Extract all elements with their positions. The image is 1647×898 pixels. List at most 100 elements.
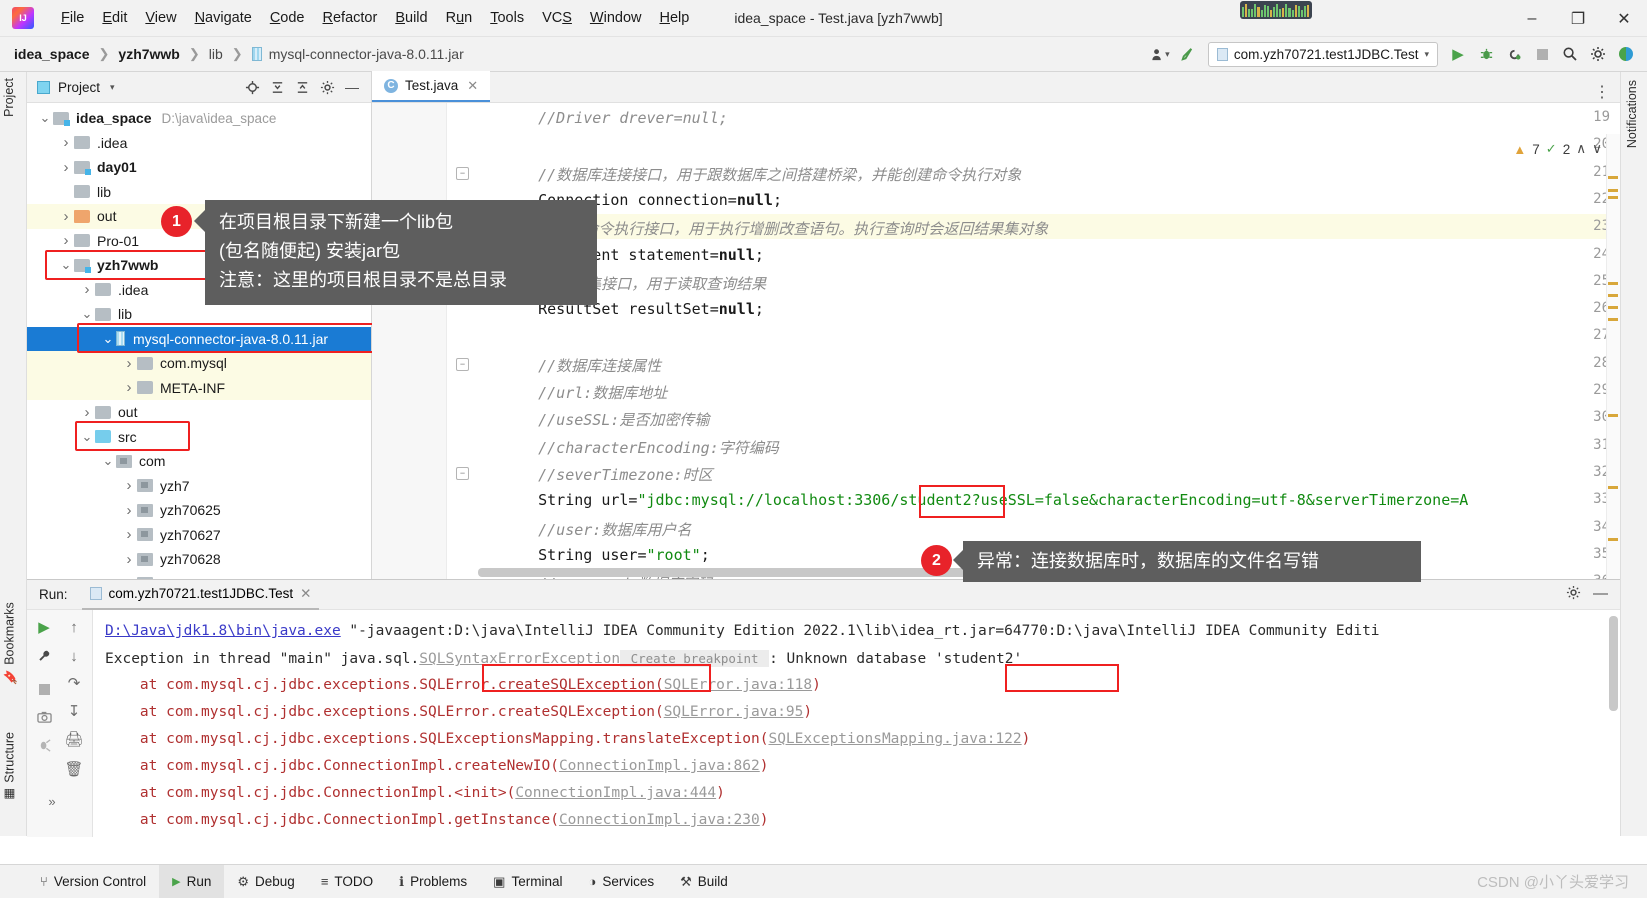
chevron-right-icon[interactable]: ›	[121, 355, 137, 372]
menu-item-help[interactable]: Help	[650, 7, 698, 29]
maximize-button[interactable]: ❐	[1555, 0, 1601, 37]
chevron-down-icon[interactable]: ⌄	[79, 307, 95, 320]
status-bar-item-services[interactable]: ◑ Services	[575, 865, 667, 898]
error-stripe-mark[interactable]	[1608, 189, 1618, 192]
gear-icon[interactable]	[316, 76, 338, 98]
fold-marker-icon[interactable]: −	[456, 357, 469, 371]
menu-item-navigate[interactable]: Navigate	[186, 7, 261, 29]
chevron-down-icon[interactable]: ⌄	[58, 258, 74, 271]
close-icon[interactable]: ✕	[467, 78, 478, 94]
status-bar-item-run[interactable]: ▶ Run	[159, 864, 225, 898]
status-bar-item-todo[interactable]: ≡ TODO	[308, 865, 386, 898]
stop-icon[interactable]	[31, 676, 57, 702]
menu-item-file[interactable]: File	[52, 7, 93, 29]
wrench-icon[interactable]	[31, 643, 57, 669]
chevron-right-icon[interactable]: ›	[79, 404, 95, 421]
error-stripe-mark[interactable]	[1608, 538, 1618, 541]
more-icon[interactable]: »	[39, 788, 65, 814]
menu-item-edit[interactable]: Edit	[93, 7, 136, 29]
console-segment[interactable]: D:\Java\jdk1.8\bin\java.exe	[105, 623, 341, 639]
debug-button[interactable]	[1473, 41, 1499, 67]
chevron-right-icon[interactable]: ›	[121, 526, 137, 543]
code-viewport[interactable]: 19 //Driver drever=null; 20 21− //数据库连接接口，…	[372, 103, 1620, 579]
tree-node--idea[interactable]: › .idea	[27, 131, 371, 156]
status-bar-item-problems[interactable]: ℹ Problems	[386, 865, 480, 898]
code-line[interactable]: //characterEncoding:字符编码	[502, 437, 779, 458]
console-segment[interactable]: SQLError.java:118	[664, 677, 812, 693]
prev-problem-icon[interactable]: ∧	[1576, 141, 1586, 157]
user-icon[interactable]: ▾	[1147, 41, 1173, 67]
code-line[interactable]: //url:数据库地址	[502, 382, 667, 403]
code-line[interactable]: //Driver drever=null;	[502, 109, 728, 127]
chevron-right-icon[interactable]: ›	[121, 477, 137, 494]
console-scrollbar[interactable]	[1609, 616, 1618, 711]
code-line[interactable]: String url="jdbc:mysql://localhost:3306/…	[502, 491, 1468, 509]
build-hammer-icon[interactable]	[1175, 41, 1201, 67]
console-output[interactable]: D:\Java\jdk1.8\bin\java.exe "-javaagent:…	[93, 610, 1608, 837]
chevron-down-icon[interactable]: ⌄	[100, 454, 116, 467]
tree-node-yzh70628[interactable]: › yzh70628	[27, 547, 371, 572]
tree-node-yzh7[interactable]: › yzh7	[27, 474, 371, 499]
run-button[interactable]: ▶	[1445, 41, 1471, 67]
chevron-right-icon[interactable]: ›	[121, 379, 137, 396]
print-queue-icon[interactable]: ↧	[61, 698, 87, 724]
fold-marker-icon[interactable]: −	[456, 466, 469, 480]
menu-item-window[interactable]: Window	[581, 7, 651, 29]
code-line[interactable]: //user:数据库用户名	[502, 519, 691, 540]
chevron-right-icon[interactable]: ›	[121, 502, 137, 519]
inspection-widget[interactable]: ▲ 7 ✓ 2 ∧ ∨	[1513, 141, 1602, 157]
code-line[interactable]: String user="root";	[502, 546, 710, 564]
locate-icon[interactable]	[241, 76, 263, 98]
console-segment[interactable]: SQLExceptionsMapping.java:122	[768, 731, 1021, 747]
console-line[interactable]: Exception in thread "main" java.sql.SQLS…	[105, 645, 1608, 672]
system-monitor-widget[interactable]	[1240, 1, 1312, 19]
hide-icon[interactable]: —	[341, 76, 363, 98]
sidebar-item-bookmarks[interactable]: 🔖 Bookmarks	[2, 602, 18, 685]
code-line[interactable]: //数据库连接属性	[502, 355, 661, 376]
tree-node-lib[interactable]: ⌄ lib	[27, 302, 371, 327]
code-line[interactable]: //useSSL:是否加密传输	[502, 409, 709, 430]
error-stripe-mark[interactable]	[1608, 282, 1618, 285]
error-stripe-mark[interactable]	[1608, 294, 1618, 297]
console-segment[interactable]: SQLSyntaxErrorException	[419, 651, 620, 667]
minimize-button[interactable]: –	[1509, 0, 1555, 37]
breadcrumb-item-lib[interactable]: lib	[209, 46, 223, 62]
console-segment[interactable]: SQLError.java:95	[664, 704, 804, 720]
next-problem-icon[interactable]: ∨	[1592, 141, 1602, 157]
updates-icon[interactable]	[1613, 41, 1639, 67]
menu-item-refactor[interactable]: Refactor	[314, 7, 387, 29]
menu-item-code[interactable]: Code	[261, 7, 314, 29]
console-line[interactable]: at com.mysql.cj.jdbc.ConnectionImpl.crea…	[105, 753, 1608, 780]
tree-node-idea-space[interactable]: ⌄ idea_space D:\java\idea_space	[27, 106, 371, 131]
console-line[interactable]: at com.mysql.cj.jdbc.exceptions.SQLError…	[105, 699, 1608, 726]
tree-node-src[interactable]: ⌄ src	[27, 425, 371, 450]
expand-all-icon[interactable]	[266, 76, 288, 98]
gear-icon[interactable]	[1585, 41, 1611, 67]
chevron-right-icon[interactable]: ›	[79, 281, 95, 298]
chevron-right-icon[interactable]: ›	[58, 159, 74, 176]
tree-node-com-mysql[interactable]: › com.mysql	[27, 351, 371, 376]
error-stripe-mark[interactable]	[1608, 318, 1618, 321]
error-stripe-mark[interactable]	[1608, 196, 1618, 199]
tree-node-meta-inf[interactable]: › META-INF	[27, 375, 371, 400]
chevron-right-icon[interactable]: ›	[58, 208, 74, 225]
status-bar-item-debug[interactable]: ⚙ Debug	[224, 865, 307, 898]
chevron-down-icon[interactable]: ⌄	[100, 332, 116, 345]
console-line[interactable]: D:\Java\jdk1.8\bin\java.exe "-javaagent:…	[105, 618, 1608, 645]
stop-button[interactable]	[1529, 41, 1555, 67]
editor-tab-test-java[interactable]: C Test.java ✕	[372, 71, 491, 102]
kill-process-icon[interactable]	[31, 732, 57, 758]
tree-node-day01[interactable]: › day01	[27, 155, 371, 180]
sidebar-item-notifications[interactable]: Notifications	[1625, 80, 1639, 148]
tree-node-yzh70627[interactable]: › yzh70627	[27, 523, 371, 548]
printer-icon[interactable]: 🖨	[61, 726, 87, 752]
trash-icon[interactable]: 🗑	[61, 756, 87, 782]
breadcrumb-item-idea-space[interactable]: idea_space	[14, 46, 90, 62]
hide-icon[interactable]: —	[1593, 585, 1608, 604]
run-tab-test[interactable]: com.yzh70721.test1JDBC.Test ✕	[81, 580, 320, 610]
chevron-right-icon[interactable]: ›	[58, 232, 74, 249]
close-icon[interactable]: ✕	[300, 586, 311, 602]
search-icon[interactable]	[1557, 41, 1583, 67]
menu-item-vcs[interactable]: VCS	[533, 7, 581, 29]
code-line[interactable]: //severTimezone:时区	[502, 464, 713, 485]
